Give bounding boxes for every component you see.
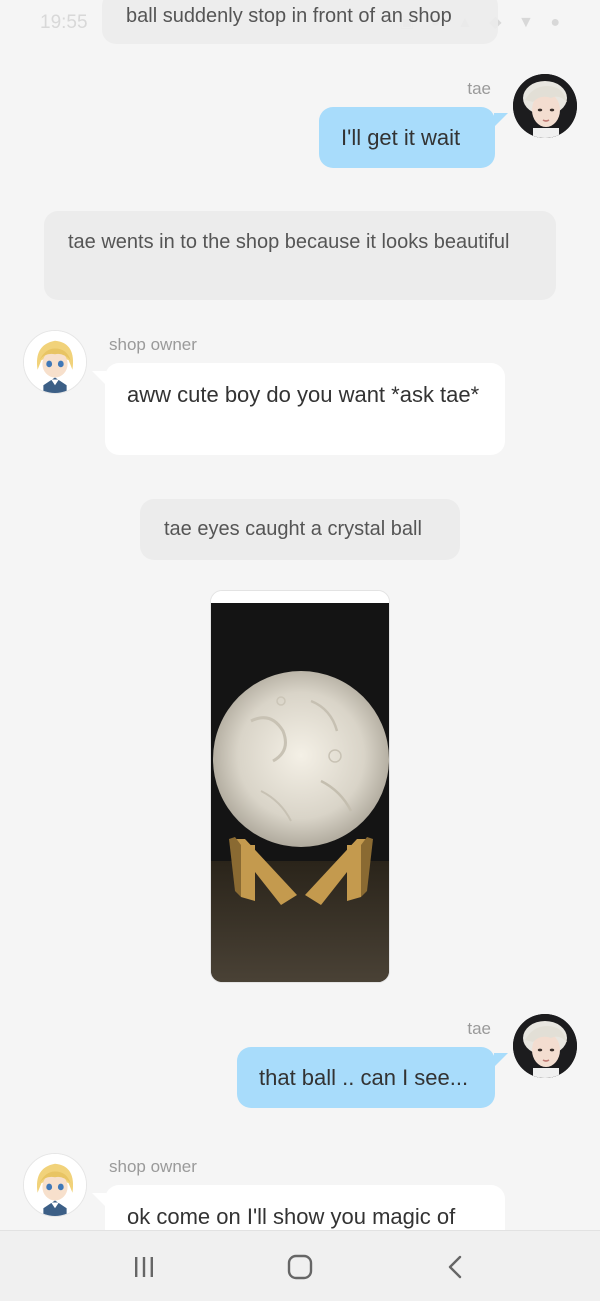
narration-message: ball suddenly stop in front of an shop (102, 0, 498, 44)
speaker-name-tae: tae (467, 1019, 491, 1038)
shop-owner-avatar-image (24, 1154, 86, 1216)
back-button[interactable] (436, 1247, 476, 1287)
message-text: ok come on I'll show you magic of (127, 1204, 456, 1229)
status-time: 19:55 (40, 12, 88, 33)
tae-message-bubble[interactable]: I'll get it wait (319, 107, 495, 168)
narration-message: tae wents in to the shop because it look… (44, 211, 556, 300)
message-text: that ball .. can I see... (259, 1065, 469, 1090)
message-text: aww cute boy do you want *ask tae* (127, 382, 480, 407)
shop-owner-avatar[interactable] (23, 330, 87, 394)
narration-text: ball suddenly stop in front of an shop (126, 5, 452, 27)
narration-text: tae eyes caught a crystal ball (164, 518, 422, 540)
tae-avatar[interactable] (513, 1014, 577, 1078)
speaker-name-shop-owner: shop owner (109, 335, 197, 354)
image-attachment[interactable] (210, 590, 390, 983)
tae-avatar-image (513, 74, 577, 138)
narration-message: tae eyes caught a crystal ball (140, 499, 460, 560)
shop-owner-avatar-image (24, 331, 86, 393)
tae-avatar-image (513, 1014, 577, 1078)
message-text: I'll get it wait (341, 125, 461, 150)
narration-text: tae wents in to the shop because it look… (68, 231, 510, 253)
back-icon (448, 1255, 462, 1279)
home-icon (287, 1254, 313, 1280)
home-button[interactable] (280, 1247, 320, 1287)
bubble-tail (494, 1053, 508, 1067)
bubble-tail (92, 371, 106, 385)
bubble-tail (92, 1193, 106, 1207)
shop-owner-message-bubble[interactable]: aww cute boy do you want *ask tae* (105, 363, 505, 455)
system-navigation-bar (0, 1230, 600, 1301)
bubble-tail (494, 113, 508, 127)
recents-button[interactable] (124, 1247, 164, 1287)
shop-owner-avatar[interactable] (23, 1153, 87, 1217)
speaker-name-tae: tae (467, 79, 491, 98)
speaker-name-shop-owner: shop owner (109, 1157, 197, 1176)
tae-message-bubble[interactable]: that ball .. can I see... (237, 1047, 495, 1108)
recents-icon (135, 1257, 153, 1277)
moon-lamp-image (211, 591, 389, 982)
tae-avatar[interactable] (513, 74, 577, 138)
